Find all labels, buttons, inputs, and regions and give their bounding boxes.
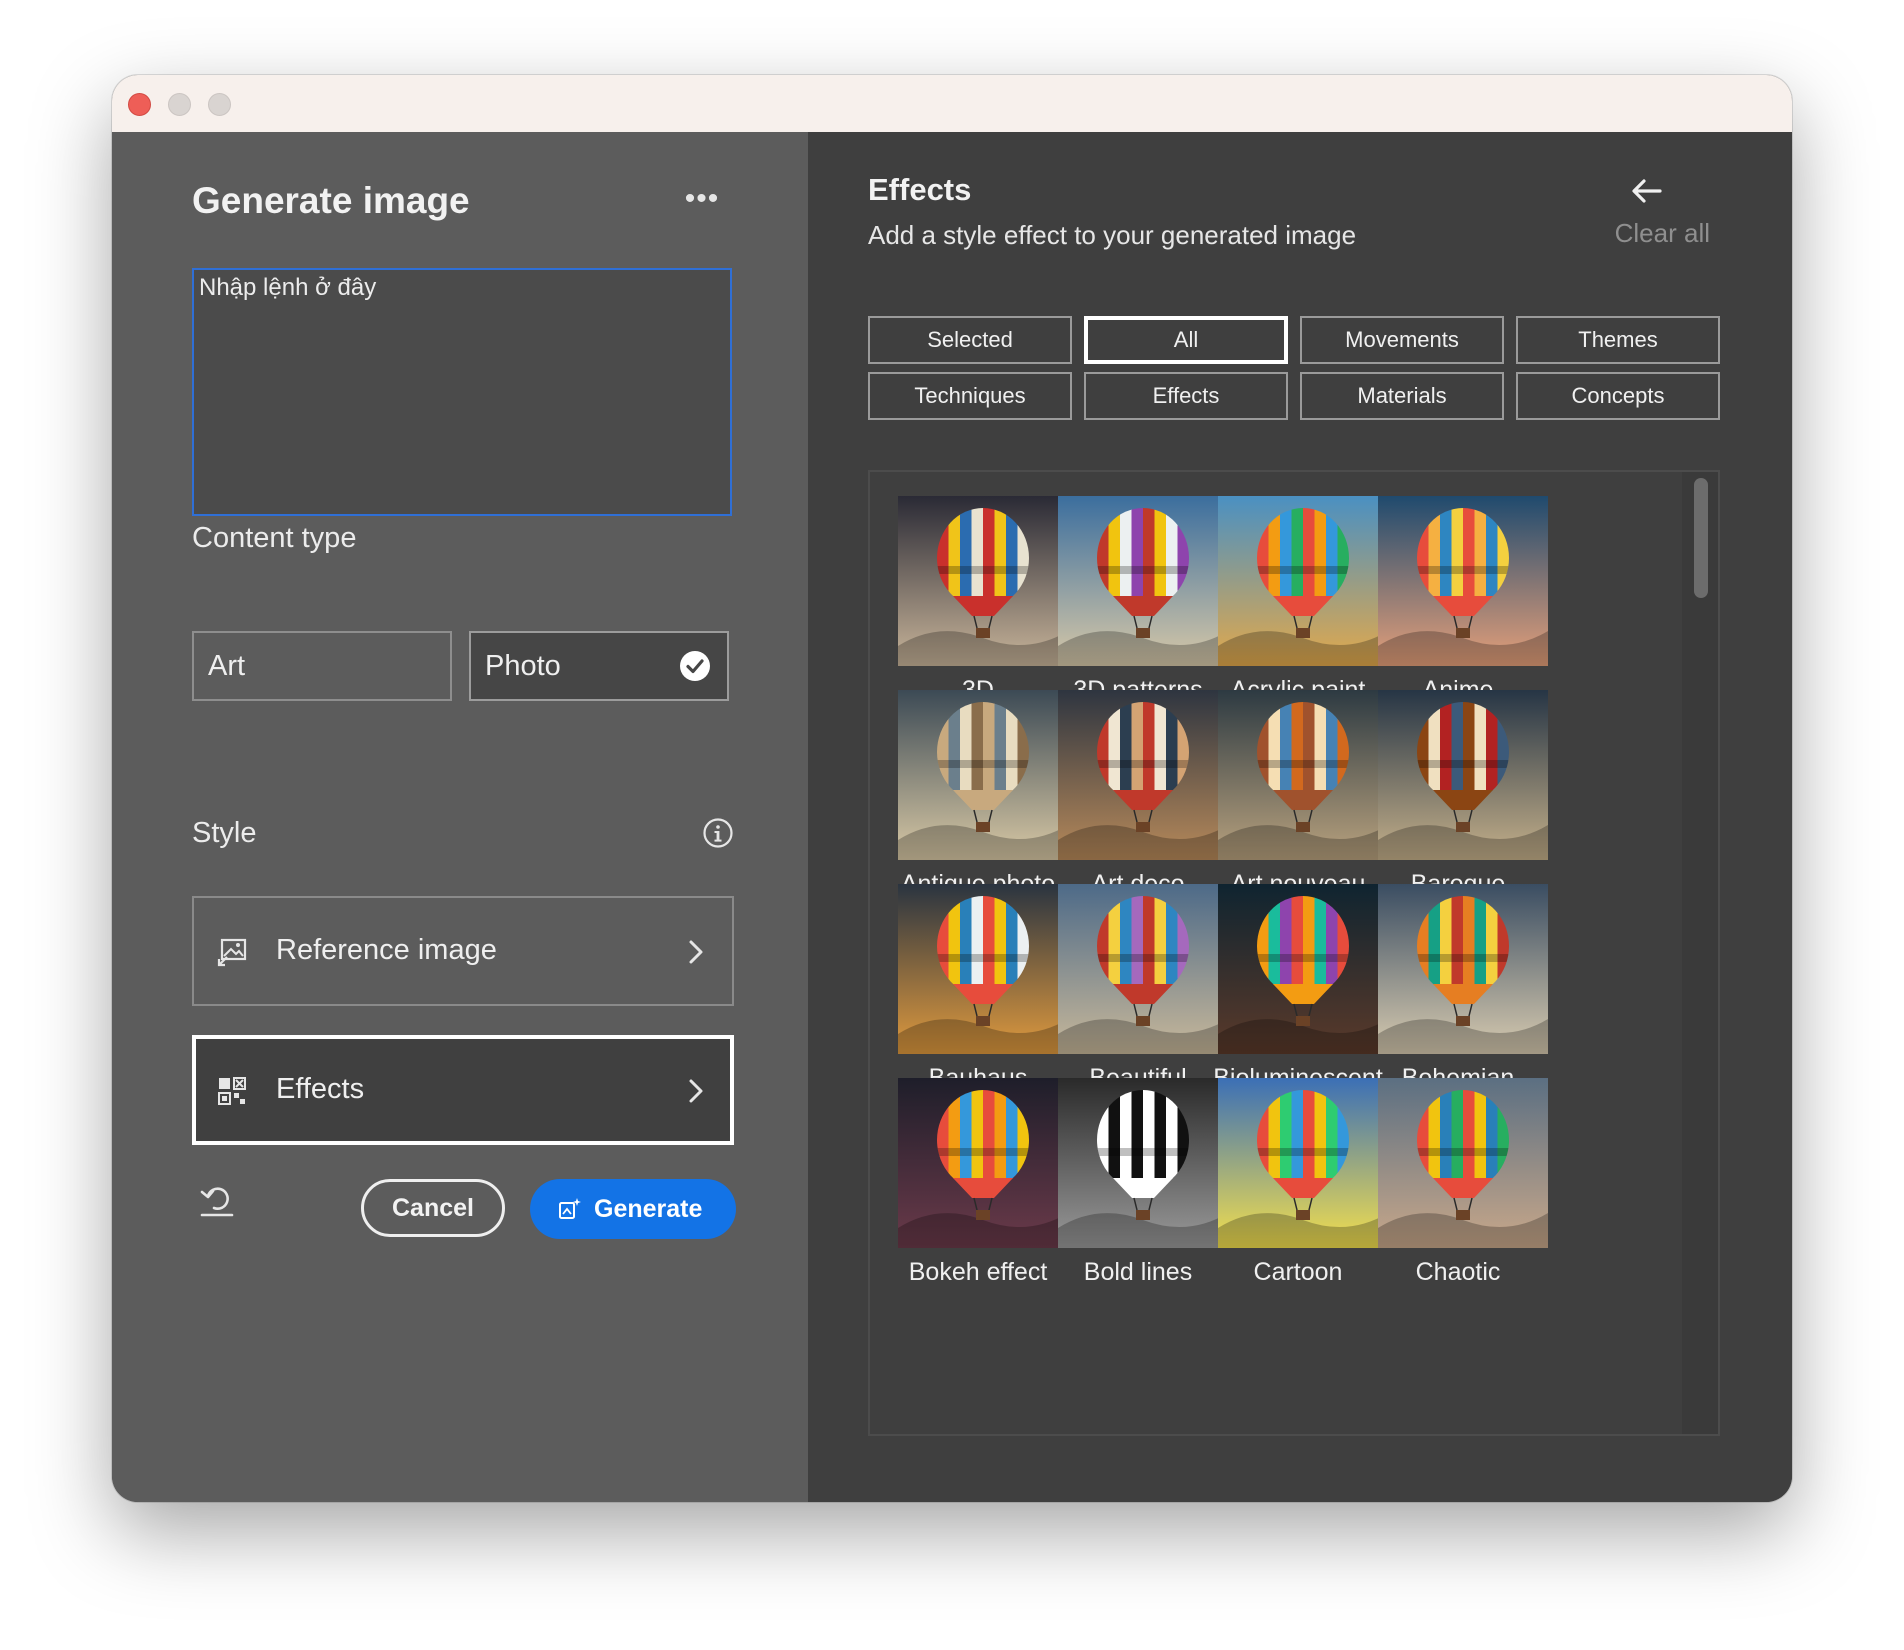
scrollbar-track[interactable] bbox=[1682, 472, 1718, 1434]
window-close-button[interactable] bbox=[128, 93, 151, 116]
content-type-label: Content type bbox=[192, 522, 357, 554]
filter-movements[interactable]: Movements bbox=[1300, 316, 1504, 364]
effect-label: Chaotic bbox=[1415, 1258, 1501, 1286]
filter-concepts[interactable]: Concepts bbox=[1516, 372, 1720, 420]
app-window: Generate image ••• Content type Art Phot… bbox=[112, 75, 1792, 1502]
hot-air-balloon-image bbox=[1378, 496, 1548, 666]
filter-selected[interactable]: Selected bbox=[868, 316, 1072, 364]
hot-air-balloon-image bbox=[1378, 1078, 1548, 1248]
generate-image-panel: Generate image ••• Content type Art Phot… bbox=[112, 132, 808, 1502]
generate-label: Generate bbox=[594, 1195, 703, 1223]
cancel-button[interactable]: Cancel bbox=[361, 1179, 505, 1237]
panel-title: Generate image bbox=[192, 180, 470, 221]
effect-thumbnail bbox=[1378, 496, 1548, 666]
effects-row[interactable]: Effects bbox=[192, 1035, 734, 1145]
effect-tile-chaotic[interactable]: Chaotic bbox=[1350, 1078, 1548, 1308]
generate-sparkle-icon bbox=[559, 1198, 581, 1219]
effects-icon bbox=[218, 1077, 246, 1105]
reference-image-icon bbox=[217, 938, 247, 967]
filter-effects[interactable]: Effects bbox=[1084, 372, 1288, 420]
chevron-right-icon bbox=[689, 940, 703, 964]
effect-thumbnail bbox=[1378, 690, 1548, 860]
filter-materials[interactable]: Materials bbox=[1300, 372, 1504, 420]
reference-image-row[interactable]: Reference image bbox=[192, 896, 734, 1006]
filter-all[interactable]: All bbox=[1084, 316, 1288, 364]
content-type-photo-label: Photo bbox=[485, 650, 561, 682]
hot-air-balloon-image bbox=[1378, 884, 1548, 1054]
prompt-input[interactable] bbox=[192, 268, 732, 516]
content-type-art-button[interactable]: Art bbox=[192, 631, 452, 701]
generate-button[interactable]: Generate bbox=[530, 1179, 736, 1239]
chevron-right-icon bbox=[689, 1079, 703, 1103]
filter-themes[interactable]: Themes bbox=[1516, 316, 1720, 364]
more-options-icon[interactable]: ••• bbox=[682, 184, 722, 220]
reference-image-label: Reference image bbox=[276, 934, 497, 966]
effect-thumbnail bbox=[1378, 1078, 1548, 1248]
filter-techniques[interactable]: Techniques bbox=[868, 372, 1072, 420]
hot-air-balloon-image bbox=[1378, 690, 1548, 860]
content-type-art-label: Art bbox=[208, 650, 246, 682]
back-arrow-icon[interactable] bbox=[1630, 176, 1664, 206]
effects-subtitle: Add a style effect to your generated ima… bbox=[868, 220, 1357, 250]
window-maximize-button[interactable] bbox=[208, 93, 231, 116]
scrollbar-thumb[interactable] bbox=[1694, 478, 1708, 598]
effects-panel: Effects Add a style effect to your gener… bbox=[808, 132, 1792, 1502]
effects-label: Effects bbox=[276, 1073, 365, 1105]
style-label: Style bbox=[192, 817, 257, 849]
info-icon[interactable] bbox=[702, 817, 734, 849]
reset-icon[interactable] bbox=[198, 1182, 236, 1218]
clear-all-button[interactable]: Clear all bbox=[1568, 218, 1710, 249]
checkmark-circle-icon bbox=[680, 651, 710, 681]
content-type-photo-button[interactable]: Photo bbox=[469, 631, 729, 701]
effects-title: Effects bbox=[868, 172, 972, 207]
title-bar bbox=[112, 75, 1792, 133]
window-minimize-button[interactable] bbox=[168, 93, 191, 116]
effects-grid: 3D3D patternsAcrylic paintAnimeAntique p… bbox=[868, 470, 1720, 1436]
effect-thumbnail bbox=[1378, 884, 1548, 1054]
